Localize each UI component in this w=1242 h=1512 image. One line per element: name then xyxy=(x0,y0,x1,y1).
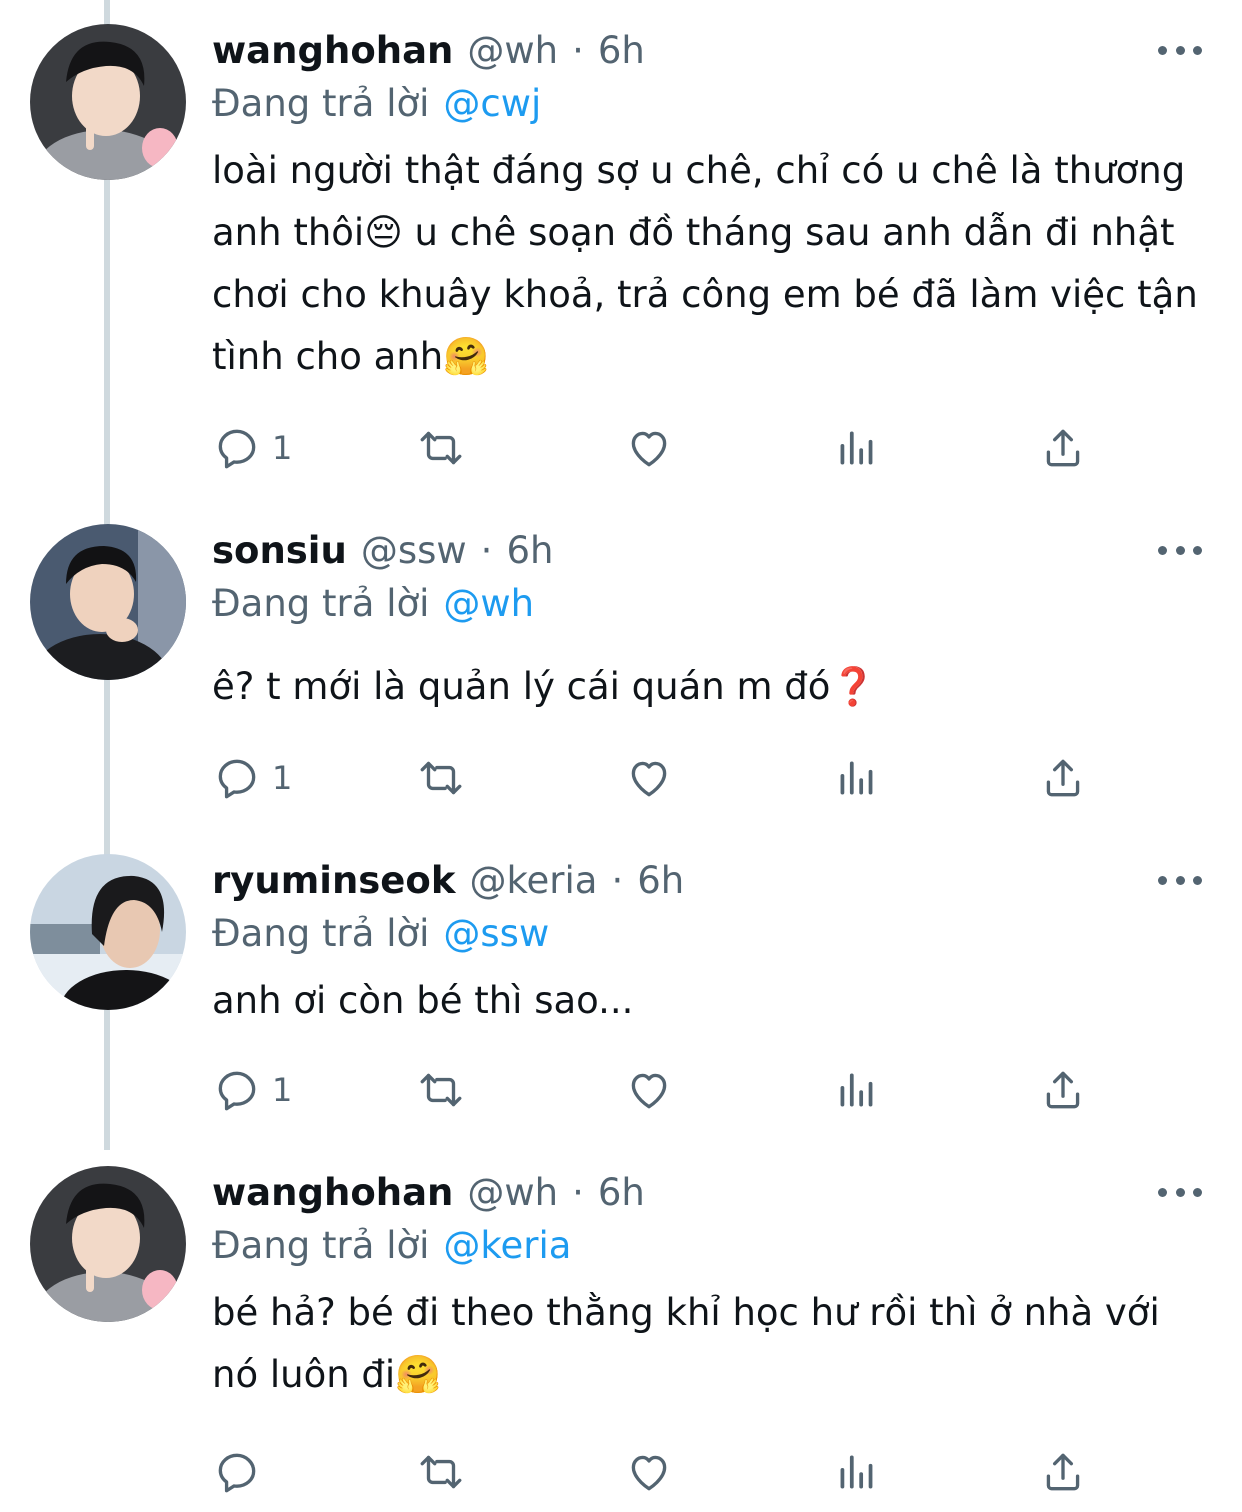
share-button[interactable] xyxy=(1038,1444,1088,1500)
avatar-sonsiu[interactable] xyxy=(30,524,186,680)
more-icon[interactable] xyxy=(1158,40,1202,60)
tweet-text: bé hả? bé đi theo thằng khỉ học hư rồi t… xyxy=(212,1291,1172,1396)
replying-to: Đang trả lời @ssw xyxy=(212,906,549,960)
retweet-button[interactable] xyxy=(416,1444,466,1500)
separator-dot: · xyxy=(572,28,584,72)
reply-count: 1 xyxy=(272,1071,293,1109)
views-button[interactable] xyxy=(832,420,882,476)
author-name[interactable]: sonsiu xyxy=(212,529,347,572)
timestamp[interactable]: 6h xyxy=(637,859,684,902)
replying-label: Đang trả lời xyxy=(212,581,430,625)
action-bar xyxy=(212,1444,1092,1500)
replying-to: Đang trả lời @wh xyxy=(212,576,534,630)
reply-button[interactable]: 1 xyxy=(212,750,292,806)
replying-label: Đang trả lời xyxy=(212,911,430,955)
reply-icon xyxy=(218,1453,256,1493)
separator-dot: · xyxy=(611,858,624,902)
avatar-wanghohan[interactable] xyxy=(30,1166,186,1322)
author-name[interactable]: wanghohan xyxy=(212,1171,453,1214)
avatar-image xyxy=(30,524,186,680)
retweet-button[interactable] xyxy=(416,1062,466,1118)
share-button[interactable] xyxy=(1038,420,1088,476)
tweet-header: ryuminseok @keria · 6h xyxy=(212,852,684,908)
action-bar: 1 xyxy=(212,1062,1092,1118)
views-icon xyxy=(840,431,873,465)
heart-icon xyxy=(631,761,667,797)
like-button[interactable] xyxy=(624,1444,674,1500)
more-icon[interactable] xyxy=(1158,1182,1202,1202)
replying-to: Đang trả lời @keria xyxy=(212,1218,571,1272)
reply-icon xyxy=(218,1071,256,1111)
share-icon xyxy=(1046,1453,1080,1491)
share-icon xyxy=(1046,429,1080,467)
avatar-image xyxy=(30,854,186,1010)
author-handle[interactable]: @ssw xyxy=(361,529,467,572)
avatar-ryuminseok[interactable] xyxy=(30,854,186,1010)
action-bar: 1 xyxy=(212,420,1092,476)
reply-count: 1 xyxy=(272,429,293,467)
reply-button[interactable]: 1 xyxy=(212,1062,292,1118)
timestamp[interactable]: 6h xyxy=(598,1171,645,1214)
timestamp[interactable]: 6h xyxy=(598,29,645,72)
share-button[interactable] xyxy=(1038,1062,1088,1118)
author-handle[interactable]: @keria xyxy=(469,859,597,902)
retweet-icon xyxy=(420,761,462,795)
views-icon xyxy=(840,1073,873,1107)
more-icon[interactable] xyxy=(1158,540,1202,560)
like-button[interactable] xyxy=(624,420,674,476)
share-button[interactable] xyxy=(1038,750,1088,806)
author-handle[interactable]: @wh xyxy=(467,1171,558,1214)
views-button[interactable] xyxy=(832,750,882,806)
replying-mention[interactable]: @keria xyxy=(443,1224,571,1267)
reply-button[interactable]: 1 xyxy=(212,420,292,476)
tweet-text: loài người thật đáng sợ u chê, chỉ có u … xyxy=(212,149,1210,378)
tweet-header: sonsiu @ssw · 6h xyxy=(212,522,553,578)
heart-icon xyxy=(631,1455,667,1491)
replying-mention[interactable]: @wh xyxy=(443,582,534,625)
author-name[interactable]: wanghohan xyxy=(212,29,453,72)
heart-icon xyxy=(631,431,667,467)
retweet-icon xyxy=(420,1455,462,1489)
reply-button[interactable] xyxy=(212,1444,272,1500)
avatar-image xyxy=(30,1166,186,1322)
replying-mention[interactable]: @ssw xyxy=(443,912,549,955)
replying-label: Đang trả lời xyxy=(212,1223,430,1267)
action-bar: 1 xyxy=(212,750,1092,806)
tweet-text: ê? t mới là quản lý cái quán m đó❓ xyxy=(212,665,877,708)
tweet-header: wanghohan @wh · 6h xyxy=(212,1164,645,1220)
author-name[interactable]: ryuminseok xyxy=(212,859,455,902)
heart-icon xyxy=(631,1073,667,1109)
author-handle[interactable]: @wh xyxy=(467,29,558,72)
retweet-icon xyxy=(420,1073,462,1107)
separator-dot: · xyxy=(572,1170,584,1214)
views-icon xyxy=(840,1455,873,1489)
retweet-button[interactable] xyxy=(416,750,466,806)
views-button[interactable] xyxy=(832,1062,882,1118)
views-icon xyxy=(840,761,873,795)
share-icon xyxy=(1046,1071,1080,1109)
share-icon xyxy=(1046,759,1080,797)
replying-mention[interactable]: @cwj xyxy=(443,82,541,125)
views-button[interactable] xyxy=(832,1444,882,1500)
avatar-wanghohan[interactable] xyxy=(30,24,186,180)
retweet-icon xyxy=(420,431,462,465)
reply-count: 1 xyxy=(272,759,293,797)
timestamp[interactable]: 6h xyxy=(506,529,553,572)
tweet-text: anh ơi còn bé thì sao... xyxy=(212,979,634,1022)
avatar-image xyxy=(30,24,186,180)
like-button[interactable] xyxy=(624,750,674,806)
replying-to: Đang trả lời @cwj xyxy=(212,76,541,130)
retweet-button[interactable] xyxy=(416,420,466,476)
replying-label: Đang trả lời xyxy=(212,81,430,125)
tweet-header: wanghohan @wh · 6h xyxy=(212,22,645,78)
reply-icon xyxy=(218,759,256,799)
more-icon[interactable] xyxy=(1158,870,1202,890)
like-button[interactable] xyxy=(624,1062,674,1118)
separator-dot: · xyxy=(480,528,493,572)
reply-icon xyxy=(218,429,256,469)
